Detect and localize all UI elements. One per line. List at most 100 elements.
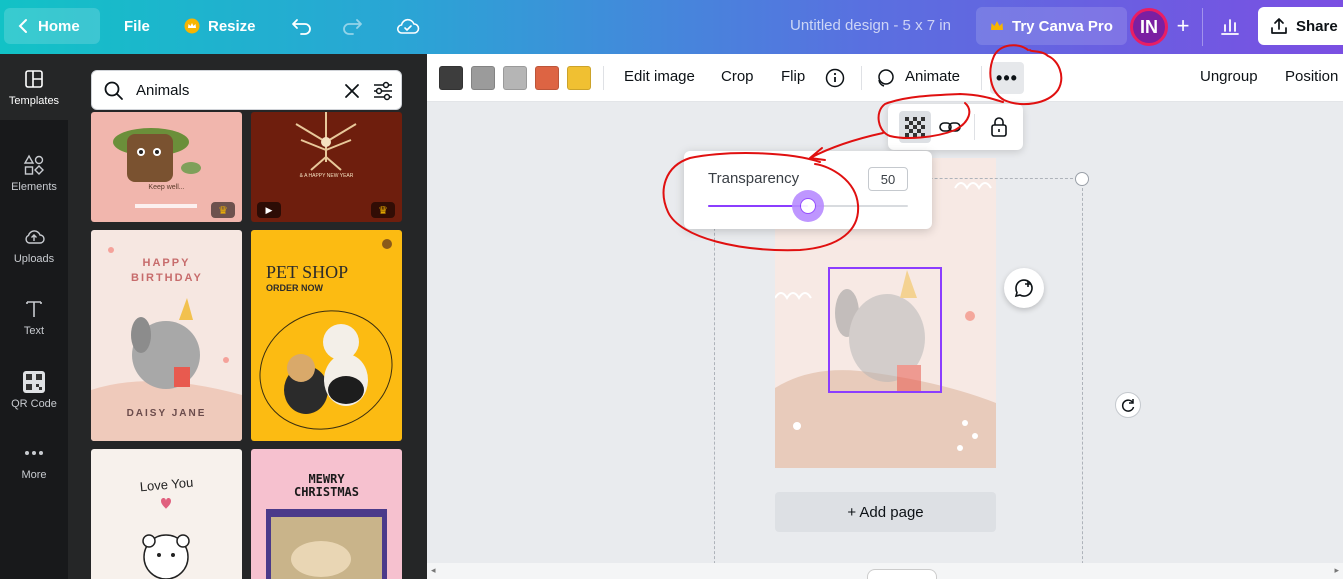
crown-icon <box>991 21 1003 30</box>
template-thumbnail[interactable]: PET SHOP ORDER NOW <box>251 230 402 441</box>
transparency-slider[interactable] <box>708 190 908 222</box>
premium-crown-icon: ♛ <box>211 202 235 218</box>
invite-button[interactable]: + <box>1168 8 1198 44</box>
position-button[interactable]: Position <box>1285 68 1338 85</box>
try-pro-label: Try Canva Pro <box>1012 17 1113 35</box>
template-thumbnail[interactable]: HAPPY BIRTHDAY DAISY JANE <box>91 230 242 441</box>
undo-icon <box>292 19 311 35</box>
transparency-checker-icon <box>905 117 925 137</box>
file-menu-button[interactable]: File <box>112 8 162 44</box>
clear-search-icon[interactable] <box>342 81 362 101</box>
resize-handle[interactable] <box>1075 172 1089 186</box>
pet-shop-photo <box>259 239 393 430</box>
scroll-right-icon[interactable]: ▸ <box>1334 565 1339 576</box>
elements-icon <box>23 154 44 175</box>
search-icon <box>104 81 123 100</box>
rail-label-more: More <box>21 468 47 481</box>
scroll-left-icon[interactable]: ◂ <box>431 565 436 576</box>
left-rail: Templates Elements Uploads Text QR Code … <box>0 54 68 579</box>
more-options-button[interactable]: ••• <box>990 62 1024 94</box>
edit-image-button[interactable]: Edit image <box>624 68 695 85</box>
rail-label-templates: Templates <box>8 94 60 107</box>
context-toolbar: Edit image Crop Flip Animate ••• Ungroup… <box>427 54 1343 102</box>
template-thumbnail[interactable]: & A HAPPY NEW YEAR ▶ ♛ <box>251 112 402 222</box>
ungroup-button[interactable]: Ungroup <box>1200 68 1258 85</box>
template-name: DAISY JANE <box>126 408 207 419</box>
template-thumbnail[interactable]: Love You <box>91 449 242 579</box>
rail-item-more[interactable]: More <box>0 428 68 494</box>
resize-button[interactable]: Resize <box>172 8 268 44</box>
templates-panel: Keep well... ♛ & A HAPPY NEW YEAR ▶ ♛ HA… <box>68 54 427 579</box>
toolbar-divider <box>861 66 862 90</box>
redo-button[interactable] <box>334 8 370 44</box>
unlock-icon <box>991 117 1007 137</box>
rotate-icon <box>1121 399 1135 412</box>
color-swatch[interactable] <box>567 66 591 90</box>
link-icon <box>939 122 961 132</box>
user-avatar[interactable]: IN <box>1130 8 1168 46</box>
scrollbar-thumb[interactable] <box>867 569 937 579</box>
comment-plus-icon <box>1014 279 1033 298</box>
save-status-button[interactable] <box>390 8 426 44</box>
templates-icon <box>25 69 43 88</box>
template-text: & A HAPPY NEW YEAR <box>299 173 354 179</box>
try-canva-pro-button[interactable]: Try Canva Pro <box>976 7 1127 45</box>
christmas-kitten-photo <box>266 509 387 579</box>
flip-button[interactable]: Flip <box>781 68 805 85</box>
lock-button[interactable] <box>983 111 1015 143</box>
file-label: File <box>124 17 150 35</box>
color-swatch[interactable] <box>439 66 463 90</box>
transparency-value: 50 <box>880 171 896 187</box>
crop-button[interactable]: Crop <box>721 68 754 85</box>
transparency-label: Transparency <box>708 170 800 187</box>
qr-code-icon <box>23 370 45 393</box>
animate-button[interactable]: Animate <box>905 68 960 85</box>
premium-crown-icon: ♛ <box>371 202 395 218</box>
add-page-button[interactable]: + Add page <box>775 492 996 532</box>
uploads-icon <box>25 229 45 244</box>
more-horizontal-icon: ••• <box>996 67 1018 88</box>
rail-item-elements[interactable]: Elements <box>0 140 68 206</box>
bar-chart-icon <box>1221 19 1239 35</box>
document-title[interactable]: Untitled design - 5 x 7 in <box>790 17 951 34</box>
crown-icon <box>184 18 200 34</box>
template-thumbnail[interactable]: Keep well... ♛ <box>91 112 242 222</box>
search-input[interactable] <box>136 80 336 100</box>
filter-icon[interactable] <box>372 80 394 102</box>
info-icon[interactable] <box>825 68 845 88</box>
top-bar: Home File Resize Untitled design - 5 x 7… <box>0 0 1343 54</box>
undo-button[interactable] <box>284 8 320 44</box>
transparency-popover: Transparency 50 <box>684 151 932 229</box>
link-button[interactable] <box>934 111 966 143</box>
color-swatch[interactable] <box>503 66 527 90</box>
home-button[interactable]: Home <box>4 8 100 44</box>
share-button[interactable]: Share <box>1258 7 1343 45</box>
add-comment-button[interactable] <box>1004 268 1044 308</box>
bear-heart-illustration <box>142 498 190 579</box>
redo-icon <box>343 19 362 35</box>
transparency-button[interactable] <box>899 111 931 143</box>
selected-element-outline[interactable] <box>828 267 942 393</box>
add-page-label: + Add page <box>847 503 924 521</box>
cloud-check-icon <box>396 18 420 34</box>
template-thumbnail[interactable]: MEWRY CHRISTMAS <box>251 449 402 579</box>
slider-thumb[interactable] <box>792 190 824 222</box>
template-text: Keep well... <box>148 184 185 191</box>
rail-item-uploads[interactable]: Uploads <box>0 212 68 278</box>
color-swatch[interactable] <box>471 66 495 90</box>
transparency-value-input[interactable]: 50 <box>868 167 908 191</box>
menu-divider <box>974 114 975 140</box>
rail-item-templates[interactable]: Templates <box>0 54 68 120</box>
rail-label-uploads: Uploads <box>13 252 55 265</box>
rail-item-qr-code[interactable]: QR Code <box>0 357 68 423</box>
rotate-handle[interactable] <box>1115 392 1141 418</box>
animate-icon <box>878 69 894 87</box>
rail-label-elements: Elements <box>11 180 57 193</box>
video-play-icon: ▶ <box>257 202 281 218</box>
text-icon <box>26 300 42 317</box>
insights-button[interactable] <box>1212 8 1248 44</box>
rail-item-text[interactable]: Text <box>0 284 68 350</box>
color-swatch[interactable] <box>535 66 559 90</box>
horizontal-scrollbar[interactable]: ◂ ▸ <box>427 563 1343 579</box>
home-label: Home <box>38 17 80 35</box>
